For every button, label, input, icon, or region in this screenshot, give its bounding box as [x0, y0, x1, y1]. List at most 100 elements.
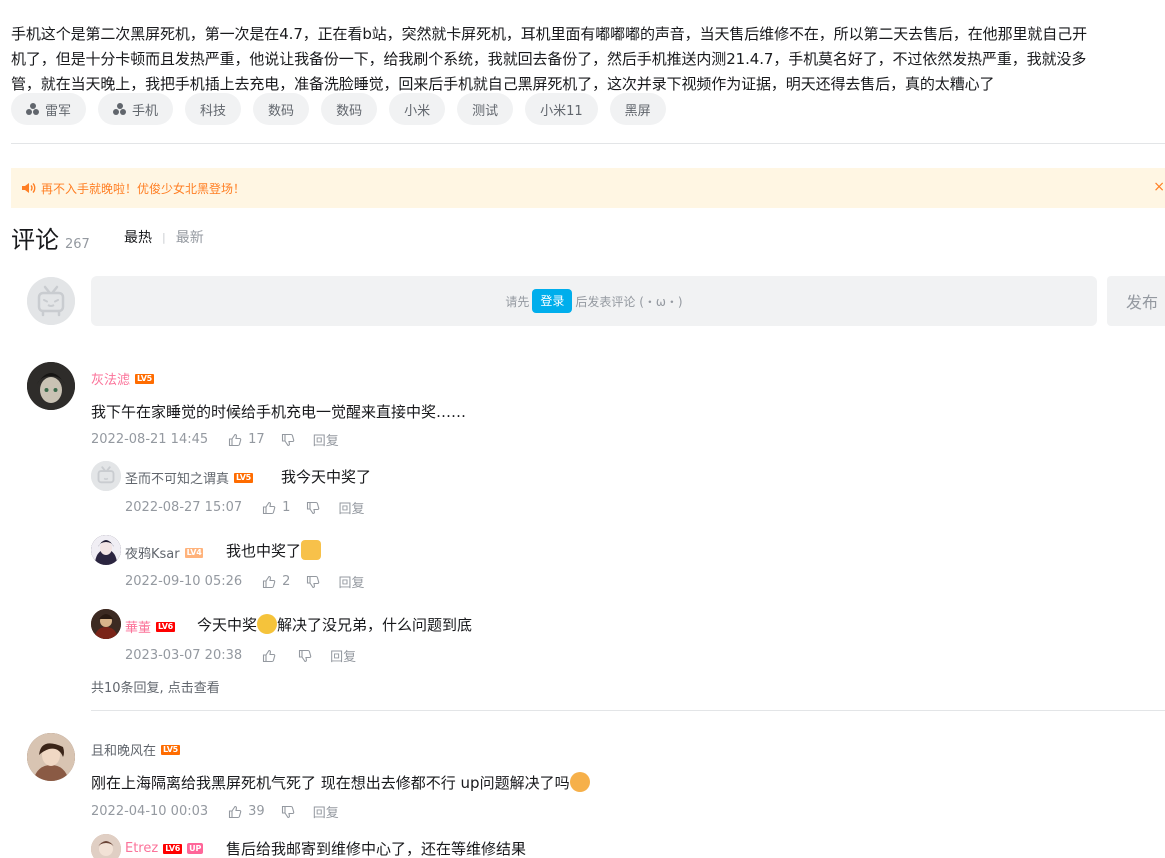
up-badge: UP — [187, 843, 204, 854]
thumbs-up-icon — [263, 501, 276, 514]
dislike-button[interactable] — [298, 649, 312, 663]
tag-digital-2[interactable]: 数码 — [321, 93, 378, 125]
reply-text: 今天中奖 解决了没兄弟，什么问题到底 — [197, 614, 472, 635]
reply-button[interactable]: 回复 — [313, 430, 339, 449]
avatar-image — [91, 834, 121, 858]
reply-button[interactable]: 回复 — [338, 498, 364, 517]
reply-button[interactable]: 回复 — [313, 802, 339, 821]
tag-test[interactable]: 测试 — [457, 93, 514, 125]
tag-label: 数码 — [336, 103, 363, 119]
dislike-button[interactable] — [306, 575, 320, 589]
user-avatar — [27, 277, 75, 325]
level-badge: LV5 — [161, 744, 180, 755]
comment-text: 刚在上海隔离给我黑屏死机气死了 现在想出去修都不行 up问题解决了吗 — [91, 772, 590, 793]
notice-bar[interactable]: 再不入手就晚啦！优俊少女北黑登场！ × — [11, 168, 1165, 208]
level-badge: LV6 — [156, 621, 175, 632]
avatar[interactable] — [91, 535, 121, 565]
username[interactable]: Etrez LV6 UP — [125, 841, 204, 856]
thumbs-down-icon — [299, 649, 312, 662]
publish-button[interactable]: 发布 — [1107, 276, 1165, 326]
dislike-button[interactable] — [281, 805, 295, 819]
like-count: 17 — [248, 432, 265, 447]
topic-icon — [26, 103, 39, 115]
divider — [91, 710, 1165, 711]
username[interactable]: 圣而不可知之谓真 LV5 — [125, 468, 253, 487]
close-icon[interactable]: × — [1153, 179, 1165, 195]
username[interactable]: 且和晚风在 LV5 — [91, 740, 180, 759]
like-button[interactable]: 39 — [228, 804, 265, 819]
tag-leijun[interactable]: 雷军 — [11, 93, 87, 125]
tag-label: 科技 — [200, 103, 227, 119]
tv-mascot-icon — [91, 461, 121, 491]
avatar[interactable] — [91, 461, 121, 491]
username-text: 灰法滤 — [91, 373, 131, 388]
reply-text-part: 解决了没兄弟，什么问题到底 — [277, 616, 473, 634]
username[interactable]: 灰法滤 LV5 — [91, 369, 154, 388]
reply-prefix: 请先 — [505, 294, 530, 309]
avatar[interactable] — [91, 834, 121, 858]
view-more-replies[interactable]: 共10条回复, 点击查看 — [91, 677, 220, 696]
thumbs-down-icon — [281, 805, 294, 818]
reply-time: 2023-03-07 20:38 — [125, 648, 243, 663]
tag-digital[interactable]: 数码 — [253, 93, 310, 125]
tag-xiaomi[interactable]: 小米 — [389, 93, 446, 125]
comment-time: 2022-08-21 14:45 — [91, 432, 209, 447]
tag-tech[interactable]: 科技 — [185, 93, 242, 125]
reply-button[interactable]: 回复 — [330, 646, 356, 665]
login-button[interactable]: 登录 — [532, 289, 573, 313]
avatar-image — [91, 535, 121, 565]
avatar-image — [27, 733, 75, 781]
comment-meta: 2022-04-10 00:03 39 回复 — [91, 802, 339, 821]
username-text: 華董 — [125, 621, 152, 636]
comment-text: 我下午在家睡觉的时候给手机充电一觉醒来直接中奖…… — [91, 403, 467, 421]
avatar[interactable] — [91, 609, 121, 639]
description-line: 手机这个是第二次黑屏死机，第一次是在4.7，正在看b站，突然就卡屏死机，耳机里面… — [11, 25, 1087, 43]
reply-suffix: 后发表评论 (・ω・) — [575, 294, 683, 309]
thumbs-up-icon — [229, 805, 242, 818]
topic-icon — [113, 103, 127, 115]
notice-text: 再不入手就晚啦！优俊少女北黑登场！ — [41, 181, 246, 196]
username[interactable]: 夜鸦Ksar LV4 — [125, 543, 204, 562]
thumbs-up-icon — [263, 649, 276, 662]
sort-hot-tab[interactable]: 最热 — [124, 227, 152, 247]
dislike-button[interactable] — [281, 433, 295, 447]
comment-input[interactable]: 请先 登录 后发表评论 (・ω・) — [91, 276, 1097, 326]
cat-emoji-icon — [301, 540, 322, 560]
thumbs-down-icon — [307, 501, 320, 514]
tag-label: 数码 — [268, 103, 295, 119]
level-badge: LV4 — [184, 547, 204, 558]
level-badge: LV5 — [135, 373, 154, 384]
username-text: 且和晚风在 — [91, 744, 157, 759]
tag-list: 雷军 手机 科技 数码 数码 小米 测试 小米11 黑屏 — [11, 93, 666, 125]
divider — [11, 143, 1165, 144]
sort-switch: 最热 | 最新 — [124, 227, 204, 247]
tag-label: 手机 — [132, 103, 159, 119]
sort-separator: | — [162, 230, 166, 244]
tv-mascot-icon — [27, 277, 75, 325]
comment-count: 267 — [65, 237, 90, 252]
level-badge: LV5 — [234, 472, 253, 483]
tag-xiaomi11[interactable]: 小米11 — [525, 93, 598, 125]
comment-header: 评论 267 — [11, 220, 90, 255]
like-button[interactable]: 2 — [262, 574, 290, 589]
sort-new-tab[interactable]: 最新 — [176, 227, 204, 247]
like-button[interactable] — [262, 649, 282, 663]
dislike-button[interactable] — [306, 501, 320, 515]
like-count: 39 — [248, 804, 265, 819]
username[interactable]: 華董 LV6 — [125, 617, 175, 636]
reply-button[interactable]: 回复 — [338, 572, 364, 591]
tag-blackscreen[interactable]: 黑屏 — [609, 93, 666, 125]
avatar[interactable] — [27, 362, 75, 410]
tag-label: 小米11 — [540, 103, 583, 119]
thumbs-down-icon — [307, 575, 320, 588]
like-button[interactable]: 1 — [262, 500, 290, 515]
username-text: Etrez — [125, 841, 159, 856]
comment-time: 2022-04-10 00:03 — [91, 804, 209, 819]
tag-label: 雷军 — [45, 103, 72, 119]
avatar[interactable] — [27, 733, 75, 781]
like-button[interactable]: 17 — [228, 432, 265, 447]
tag-phone[interactable]: 手机 — [98, 93, 174, 125]
like-count: 2 — [282, 574, 291, 589]
reply-text-content: 我也中奖了 — [226, 542, 302, 560]
sweat-emoji-icon — [257, 614, 278, 634]
